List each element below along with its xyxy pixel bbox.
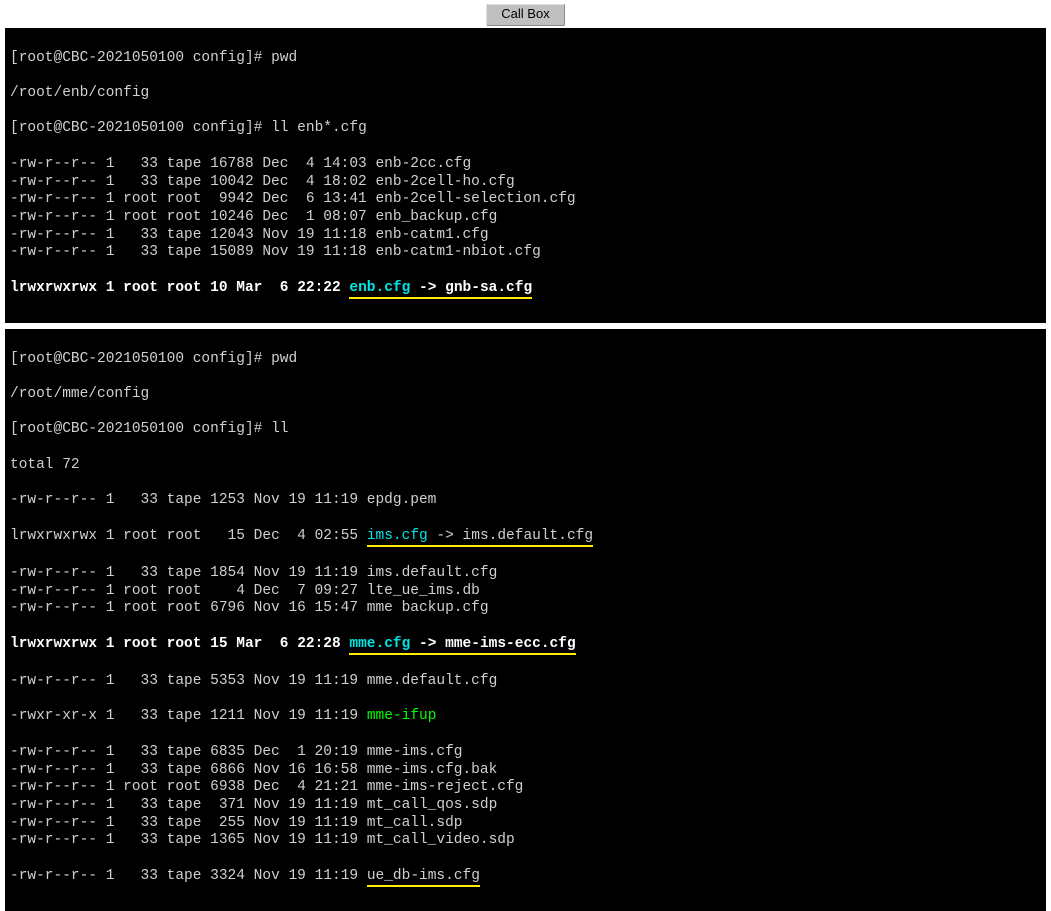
prompt-line: [root@CBC-2021050100 config]# ll [10, 421, 1041, 439]
prompt-line: [root@CBC-2021050100 config]# pwd [10, 351, 1041, 369]
file-row: -rwxr-xr-x 1 33 tape 1211 Nov 19 11:19 m… [10, 708, 1041, 726]
file-row: -rw-r--r-- 1 33 tape 6835 Dec 1 20:19 mm… [10, 744, 1041, 762]
file-row: -rw-r--r-- 1 33 tape 255 Nov 19 11:19 mt… [10, 815, 1041, 833]
file-row: -rw-r--r-- 1 root root 6796 Nov 16 15:47… [10, 600, 1041, 618]
symlink-row: lrwxrwxrwx 1 root root 15 Mar 6 22:28 mm… [10, 636, 1041, 656]
prompt-line: [root@CBC-2021050100 config]# ll enb*.cf… [10, 120, 1041, 138]
file-row: -rw-r--r-- 1 33 tape 371 Nov 19 11:19 mt… [10, 797, 1041, 815]
file-row: -rw-r--r-- 1 root root 10246 Dec 1 08:07… [10, 209, 1041, 227]
prompt-line: [root@CBC-2021050100 config]# pwd [10, 50, 1041, 68]
tab-bar: Call Box [4, 4, 1047, 26]
file-row: -rw-r--r-- 1 root root 6938 Dec 4 21:21 … [10, 779, 1041, 797]
tab-callbox[interactable]: Call Box [486, 4, 564, 26]
pwd-output: /root/mme/config [10, 386, 1041, 404]
total-line: total 72 [10, 457, 1041, 475]
file-row: -rw-r--r-- 1 root root 9942 Dec 6 13:41 … [10, 191, 1041, 209]
symlink-row: lrwxrwxrwx 1 root root 10 Mar 6 22:22 en… [10, 280, 1041, 300]
file-row: -rw-r--r-- 1 33 tape 10042 Dec 4 18:02 e… [10, 174, 1041, 192]
file-row: -rw-r--r-- 1 33 tape 1365 Nov 19 11:19 m… [10, 832, 1041, 850]
file-row: -rw-r--r-- 1 33 tape 6866 Nov 16 16:58 m… [10, 762, 1041, 780]
file-row: -rw-r--r-- 1 33 tape 16788 Dec 4 14:03 e… [10, 156, 1041, 174]
file-row: -rw-r--r-- 1 33 tape 5353 Nov 19 11:19 m… [10, 673, 1041, 691]
file-row: -rw-r--r-- 1 33 tape 12043 Nov 19 11:18 … [10, 227, 1041, 245]
file-row: -rw-r--r-- 1 33 tape 1253 Nov 19 11:19 e… [10, 492, 1041, 510]
terminal-panel-mme[interactable]: [root@CBC-2021050100 config]# pwd /root/… [5, 329, 1046, 911]
pwd-output: /root/enb/config [10, 85, 1041, 103]
file-row: -rw-r--r-- 1 33 tape 3324 Nov 19 11:19 u… [10, 868, 1041, 888]
file-row: -rw-r--r-- 1 root root 4 Dec 7 09:27 lte… [10, 583, 1041, 601]
file-row: -rw-r--r-- 1 33 tape 1854 Nov 19 11:19 i… [10, 565, 1041, 583]
file-row: -rw-r--r-- 1 33 tape 15089 Nov 19 11:18 … [10, 244, 1041, 262]
symlink-row: lrwxrwxrwx 1 root root 15 Dec 4 02:55 im… [10, 528, 1041, 548]
terminal-panel-enb[interactable]: [root@CBC-2021050100 config]# pwd /root/… [5, 28, 1046, 323]
